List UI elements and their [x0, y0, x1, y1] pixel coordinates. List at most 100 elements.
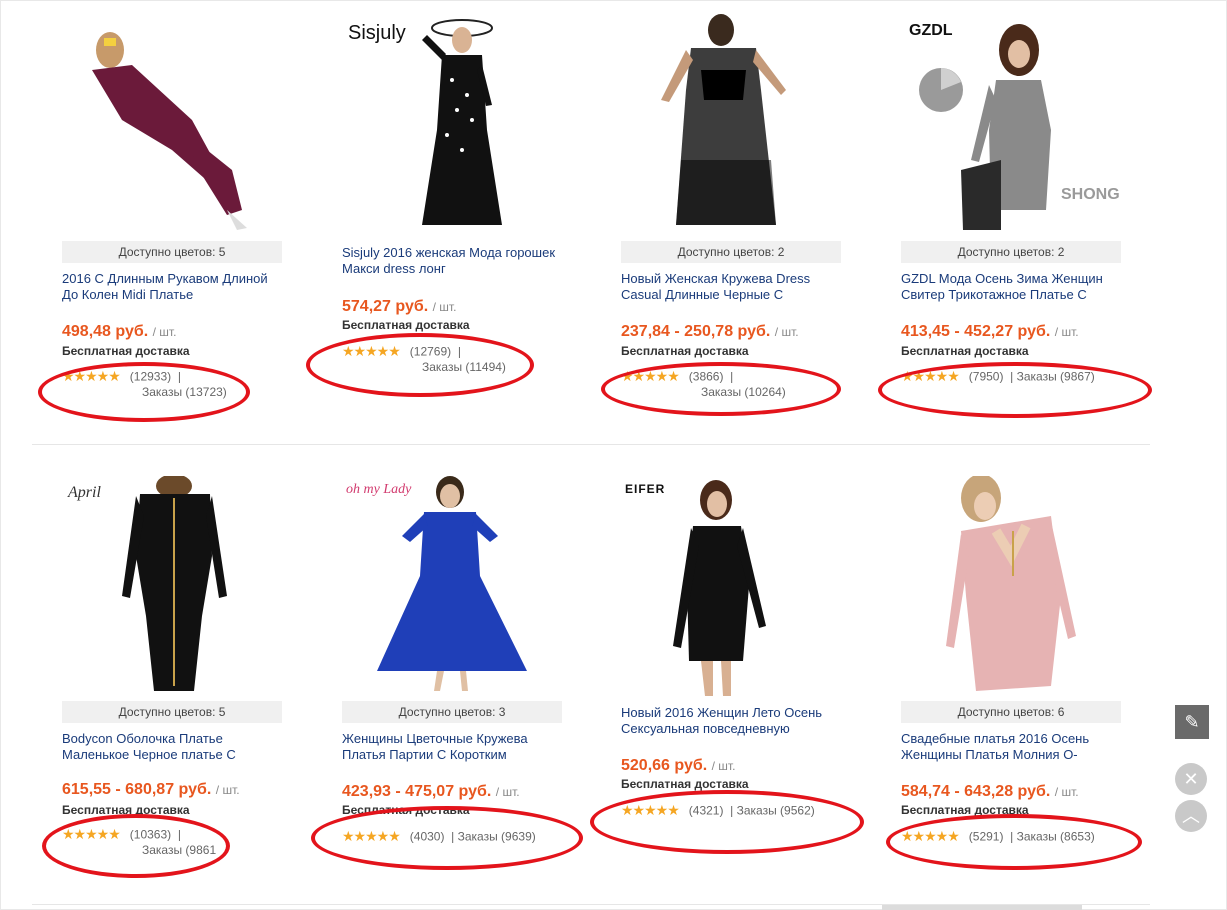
brand-logo: oh my Lady	[346, 482, 412, 497]
orders-count: Заказы (8653)	[1016, 829, 1095, 844]
product-card[interactable]: oh my Lady Доступно цветов: 3 Женщины Цв…	[342, 476, 562, 896]
price-amount: 413,45 - 452,27 руб.	[901, 323, 1051, 340]
star-rating-icon: ★★★★★	[342, 343, 401, 359]
price-unit: / шт.	[711, 759, 736, 773]
rating-block: ★★★★★ (12933) | Заказы (13723)	[62, 368, 282, 399]
orders-count: Заказы (9639)	[457, 829, 536, 844]
price-unit: / шт.	[215, 783, 240, 797]
separator: |	[457, 344, 461, 359]
separator: |	[730, 369, 734, 384]
star-rating-icon: ★★★★★	[621, 368, 680, 384]
product-card[interactable]: Доступно цветов: 2 Новый Женская Кружева…	[621, 10, 841, 430]
review-count[interactable]: (4321)	[689, 804, 724, 818]
product-card[interactable]: Sisjuly Sisjuly 2016 женская Мода гороше…	[342, 10, 562, 430]
product-price: 615,55 - 680,87 руб. / шт.	[62, 781, 240, 799]
star-rating-icon: ★★★★★	[621, 802, 680, 818]
product-image[interactable]: oh my Lady	[342, 476, 562, 696]
separator: |	[451, 829, 455, 844]
rating-block: ★★★★★ (12769) | Заказы (11494)	[342, 343, 562, 374]
review-count[interactable]: (12769)	[410, 345, 451, 359]
brand-logo: April	[68, 484, 101, 501]
product-title[interactable]: Женщины Цветочные Кружева Платья Партии …	[342, 731, 562, 763]
price-amount: 423,93 - 475,07 руб.	[342, 783, 492, 800]
product-card[interactable]: GZDL SHONG Доступно цветов: 2 GZDL Мода …	[901, 10, 1121, 430]
price-unit: / шт.	[774, 325, 799, 339]
product-image[interactable]	[62, 10, 282, 230]
review-count[interactable]: (10363)	[130, 828, 171, 842]
image-watermark: SHONG	[1061, 186, 1120, 203]
orders-count: Заказы (11494)	[422, 360, 506, 374]
product-title[interactable]: Свадебные платья 2016 Осень Женщины Плат…	[901, 731, 1121, 763]
back-to-top-button[interactable]: ︿	[1175, 800, 1207, 832]
pencil-icon: ✎	[1184, 712, 1200, 732]
feedback-edit-button[interactable]: ✎	[1175, 705, 1209, 739]
separator: |	[730, 803, 734, 818]
product-card[interactable]: Доступно цветов: 6 Свадебные платья 2016…	[901, 476, 1121, 896]
review-count[interactable]: (12933)	[130, 370, 171, 384]
product-image[interactable]	[901, 476, 1121, 696]
brand-logo: EIFER	[625, 482, 666, 496]
star-rating-icon: ★★★★★	[342, 828, 401, 844]
product-title[interactable]: Новый Женская Кружева Dress Casual Длинн…	[621, 271, 841, 303]
price-amount: 574,27 руб.	[342, 298, 429, 315]
free-shipping: Бесплатная доставка	[901, 803, 1029, 817]
free-shipping: Бесплатная доставка	[62, 344, 190, 358]
price-unit: / шт.	[1054, 785, 1079, 799]
rating-block: ★★★★★ (5291) | Заказы (8653)	[901, 828, 1121, 845]
rating-block: ★★★★★ (10363) | Заказы (9861	[62, 826, 282, 857]
product-card[interactable]: Доступно цветов: 5 2016 С Длинным Рукаво…	[62, 10, 282, 430]
product-title[interactable]: 2016 С Длинным Рукавом Длиной До Колен M…	[62, 271, 282, 303]
orders-count: Заказы (13723)	[142, 385, 227, 399]
rating-block: ★★★★★ (3866) | Заказы (10264)	[621, 368, 841, 399]
review-count[interactable]: (7950)	[969, 370, 1004, 384]
free-shipping: Бесплатная доставка	[901, 344, 1029, 358]
product-image[interactable]: Sisjuly	[342, 10, 562, 230]
star-rating-icon: ★★★★★	[901, 368, 960, 384]
star-rating-icon: ★★★★★	[62, 368, 121, 384]
orders-count: Заказы (9867)	[1016, 369, 1095, 384]
product-title[interactable]: Новый 2016 Женщин Лето Осень Сексуальная…	[621, 705, 841, 737]
row-divider	[32, 444, 1150, 445]
separator: |	[177, 827, 181, 842]
price-amount: 584,74 - 643,28 руб.	[901, 783, 1051, 800]
separator: |	[177, 369, 181, 384]
product-image[interactable]: April	[62, 476, 282, 696]
star-rating-icon: ★★★★★	[62, 826, 121, 842]
price-amount: 615,55 - 680,87 руб.	[62, 781, 212, 798]
free-shipping: Бесплатная доставка	[342, 803, 470, 817]
price-unit: / шт.	[152, 325, 177, 339]
product-price: 423,93 - 475,07 руб. / шт.	[342, 783, 520, 801]
free-shipping: Бесплатная доставка	[342, 318, 470, 332]
orders-count: Заказы (9861	[142, 843, 217, 857]
separator: |	[1010, 829, 1014, 844]
price-unit: / шт.	[1054, 325, 1079, 339]
price-amount: 498,48 руб.	[62, 323, 149, 340]
close-button[interactable]: ✕	[1175, 763, 1207, 795]
rating-block: ★★★★★ (7950) | Заказы (9867)	[901, 368, 1121, 385]
price-unit: / шт.	[495, 785, 520, 799]
review-count[interactable]: (5291)	[969, 830, 1004, 844]
chevron-up-icon: ︿	[1182, 806, 1200, 826]
brand-logo: Sisjuly	[348, 22, 406, 44]
close-icon: ✕	[1183, 769, 1199, 789]
product-card[interactable]: April Доступно цветов: 5 Bodycon Оболочк…	[62, 476, 282, 896]
horizontal-scrollbar[interactable]	[882, 905, 1082, 910]
star-rating-icon: ★★★★★	[901, 828, 960, 844]
product-price: 413,45 - 452,27 руб. / шт.	[901, 323, 1079, 341]
free-shipping: Бесплатная доставка	[621, 344, 749, 358]
available-colors: Доступно цветов: 5	[62, 701, 282, 723]
product-price: 237,84 - 250,78 руб. / шт.	[621, 323, 799, 341]
product-card[interactable]: EIFER Новый 2016 Женщин Лето Осень Сексу…	[621, 476, 841, 896]
product-title[interactable]: GZDL Мода Осень Зима Женщин Свитер Трико…	[901, 271, 1121, 303]
product-price: 498,48 руб. / шт.	[62, 323, 176, 341]
product-title[interactable]: Sisjuly 2016 женская Мода горошек Макси …	[342, 245, 562, 277]
review-count[interactable]: (4030)	[410, 830, 445, 844]
review-count[interactable]: (3866)	[689, 370, 724, 384]
product-title[interactable]: Bodycon Оболочка Платье Маленькое Черное…	[62, 731, 282, 763]
product-image[interactable]	[621, 10, 841, 230]
product-image[interactable]: EIFER	[621, 476, 841, 696]
product-image[interactable]: GZDL SHONG	[901, 10, 1121, 230]
rating-block: ★★★★★ (4030) | Заказы (9639)	[342, 828, 562, 845]
product-price: 520,66 руб. / шт.	[621, 757, 735, 775]
rating-block: ★★★★★ (4321) | Заказы (9562)	[621, 802, 841, 819]
